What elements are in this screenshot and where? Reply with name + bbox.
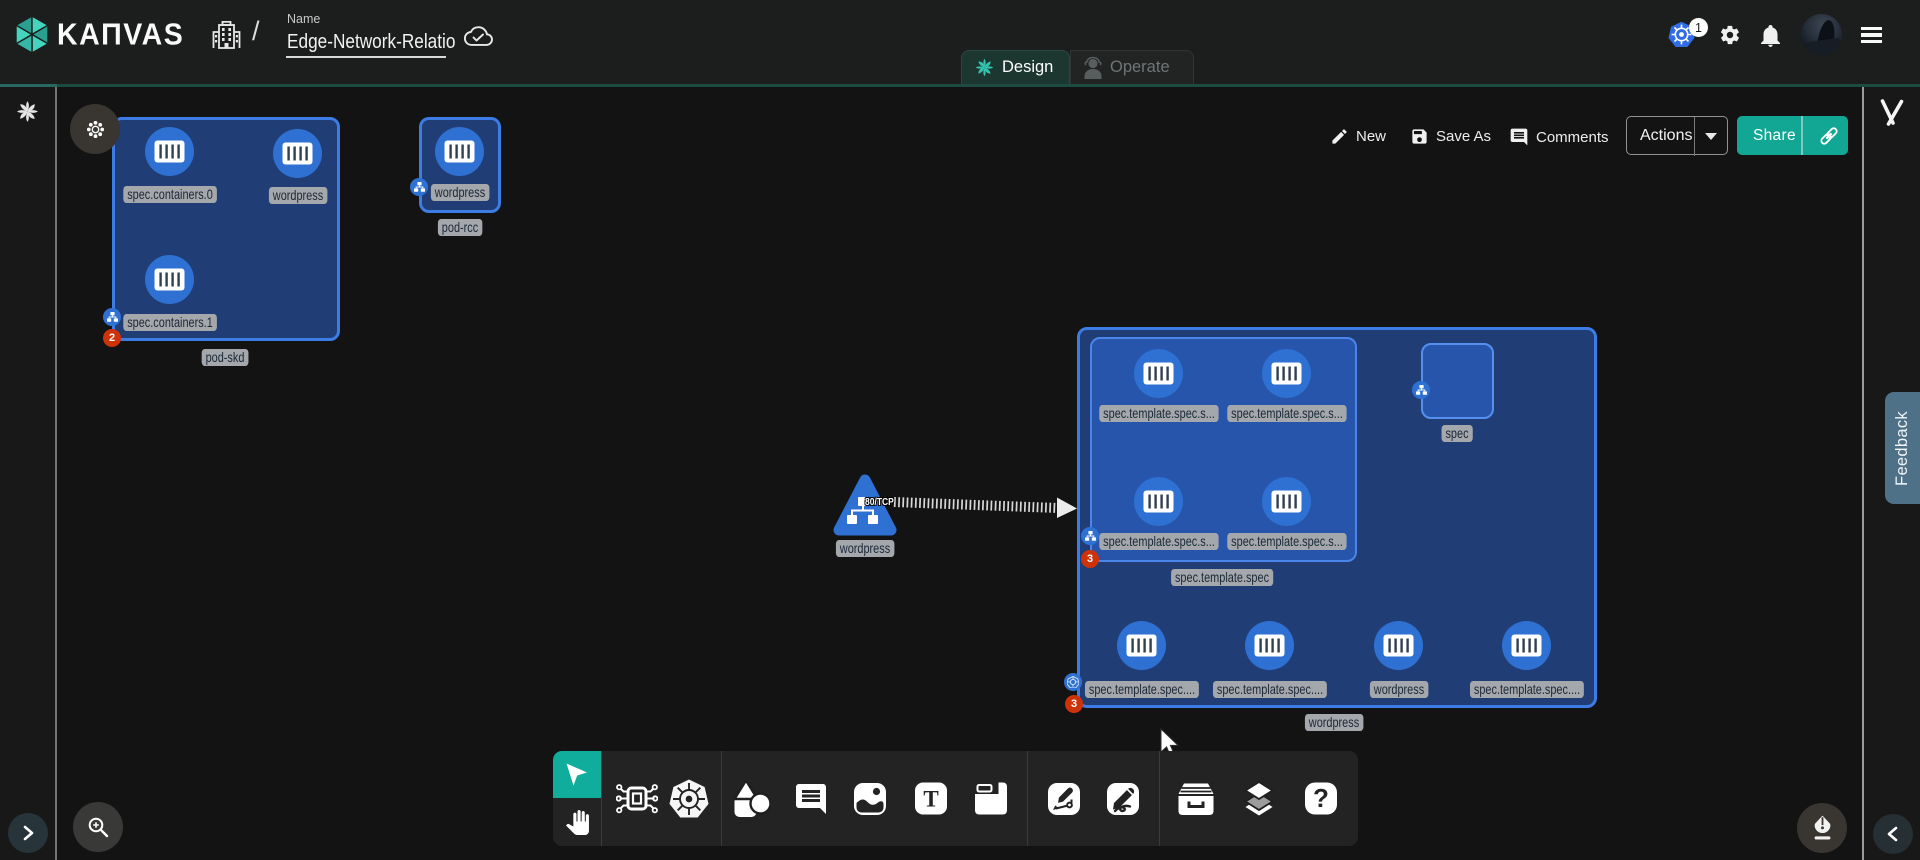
- svg-text:T: T: [923, 787, 938, 812]
- svg-text:?: ?: [1313, 783, 1329, 813]
